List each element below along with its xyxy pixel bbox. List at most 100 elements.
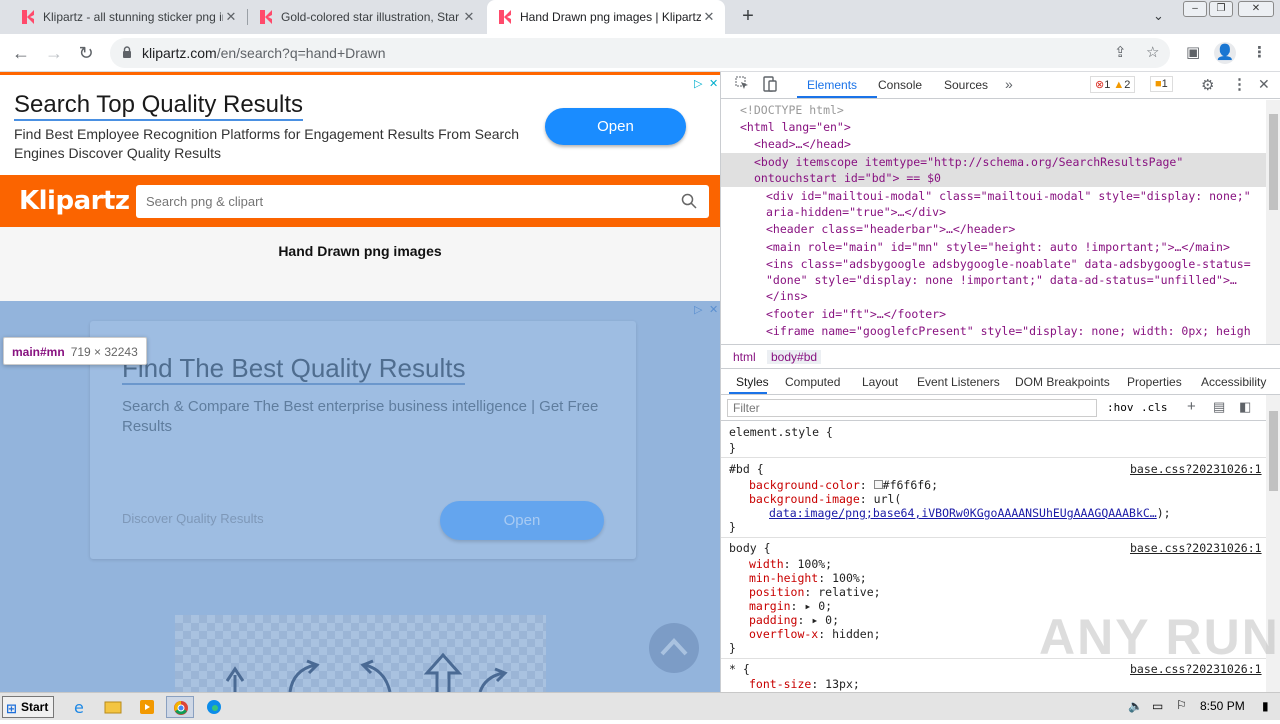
file-explorer-icon[interactable] <box>99 696 127 718</box>
site-search-box[interactable] <box>136 185 709 218</box>
tab-event-listeners[interactable]: Event Listeners <box>917 375 1000 389</box>
new-tab-button[interactable]: + <box>738 6 758 26</box>
dom-line-selected[interactable]: ontouchstart id="bd"> == $0 <box>754 171 941 185</box>
tab-console[interactable]: Console <box>878 78 922 92</box>
rule-source-link[interactable]: base.css?20231026:1 <box>1130 541 1262 555</box>
side-panel-icon[interactable]: ▣ <box>1186 43 1200 61</box>
rule-selector[interactable]: body { <box>729 541 771 555</box>
ad-open-button[interactable]: Open <box>545 108 686 145</box>
rule-selector[interactable]: * { <box>729 662 750 676</box>
tab-close-icon[interactable]: ✕ <box>223 9 239 25</box>
media-player-icon[interactable] <box>133 696 161 718</box>
ad-title[interactable]: Find The Best Quality Results <box>122 353 466 385</box>
top-ad-banner[interactable]: Search Top Quality Results Find Best Emp… <box>0 72 720 175</box>
dom-tree-scrollbar[interactable] <box>1266 100 1280 345</box>
chrome-taskbar-icon[interactable] <box>166 696 194 718</box>
tab-layout[interactable]: Layout <box>862 375 898 389</box>
restore-button[interactable]: ❐ <box>1209 1 1233 17</box>
dom-line[interactable]: <header class="headerbar">…</header> <box>766 222 1015 236</box>
profile-avatar-icon[interactable]: 👤 <box>1214 42 1236 64</box>
dom-line[interactable]: "done" style="display: none !important;"… <box>766 273 1237 287</box>
computed-styles-icon[interactable]: ▤ <box>1213 399 1225 415</box>
style-declaration[interactable]: padding: ▸ 0; <box>749 613 839 627</box>
bookmark-star-icon[interactable]: ☆ <box>1146 43 1159 61</box>
style-declaration[interactable]: data:image/png;base64,iVBORw0KGgoAAAANSU… <box>769 506 1171 520</box>
tab-search-chevron-icon[interactable]: ⌄ <box>1153 8 1164 24</box>
dom-line-selected[interactable]: <body itemscope itemtype="http://schema.… <box>754 155 1183 169</box>
tab-close-icon[interactable]: ✕ <box>461 9 477 25</box>
internet-explorer-icon[interactable]: e <box>66 696 94 718</box>
forward-arrow-icon[interactable]: → <box>43 42 65 64</box>
style-declaration[interactable]: width: 100%; <box>749 557 832 571</box>
action-center-flag-icon[interactable]: ⚐ <box>1176 698 1187 712</box>
dom-line[interactable]: </ins> <box>766 289 808 303</box>
tab-properties[interactable]: Properties <box>1127 375 1182 389</box>
devtools-menu-icon[interactable]: ⋮ <box>1232 75 1247 93</box>
ad-close-icon[interactable]: ✕ <box>709 303 718 316</box>
breadcrumb-body[interactable]: body#bd <box>767 350 822 364</box>
browser-menu-icon[interactable]: ⋮ <box>1252 43 1267 61</box>
breadcrumb-html[interactable]: html <box>733 350 756 364</box>
search-input[interactable] <box>146 185 666 218</box>
dom-line[interactable]: <head>…</head> <box>754 137 851 151</box>
show-desktop-icon[interactable]: ▮ <box>1262 699 1269 713</box>
color-swatch[interactable] <box>873 480 883 489</box>
toggle-sidebar-icon[interactable]: ◧ <box>1239 399 1251 415</box>
volume-icon[interactable]: 🔈 <box>1128 699 1143 713</box>
back-arrow-icon[interactable]: ← <box>10 42 32 64</box>
klipartz-logo[interactable]: Klipartz <box>19 186 130 216</box>
style-declaration[interactable]: overflow-x: hidden; <box>749 627 881 641</box>
dom-line[interactable]: <div id="mailtoui-modal" class="mailtoui… <box>766 189 1251 203</box>
taskbar-clock[interactable]: 8:50 PM <box>1200 699 1245 713</box>
rule-selector[interactable]: element.style { <box>729 425 833 439</box>
tab-dom-breakpoints[interactable]: DOM Breakpoints <box>1015 375 1110 389</box>
rule-selector[interactable]: #bd { <box>729 462 764 476</box>
start-button[interactable]: ⊞ Start <box>2 696 54 718</box>
minimize-button[interactable]: – <box>1183 1 1207 17</box>
hover-state-toggle[interactable]: :hov <box>1107 401 1134 414</box>
network-icon[interactable]: ▭ <box>1152 699 1163 713</box>
tab-elements[interactable]: Elements <box>807 78 857 92</box>
style-declaration[interactable]: min-height: 100%; <box>749 571 867 585</box>
tab-hand-drawn[interactable]: Hand Drawn png images | Klipartz ✕ <box>487 0 725 34</box>
tab-styles[interactable]: Styles <box>736 375 769 389</box>
scroll-to-top-button[interactable] <box>649 623 699 673</box>
tab-computed[interactable]: Computed <box>785 375 840 389</box>
close-window-button[interactable]: ✕ <box>1238 1 1274 17</box>
style-declaration[interactable]: background-image: url( <box>749 492 901 506</box>
dom-line[interactable]: <iframe name="googlefcPresent" style="di… <box>766 324 1251 338</box>
clipart-thumbnail[interactable] <box>175 615 546 692</box>
more-tabs-icon[interactable]: » <box>1005 76 1013 92</box>
device-toolbar-icon[interactable] <box>763 76 777 95</box>
edge-icon[interactable] <box>200 696 228 718</box>
dom-line[interactable]: <main role="main" id="mn" style="height:… <box>766 240 1230 254</box>
style-declaration[interactable]: font-size: 13px; <box>749 677 860 691</box>
dom-line[interactable]: <html lang="en"> <box>740 120 851 134</box>
dom-line[interactable]: <ins class="adsbygoogle adsbygoogle-noab… <box>766 257 1251 271</box>
adchoices-icon[interactable]: ▷ <box>694 303 702 316</box>
dom-tree[interactable]: <!DOCTYPE html> <html lang="en"> <head>…… <box>721 100 1266 345</box>
tab-sources[interactable]: Sources <box>944 78 988 92</box>
ad-open-button[interactable]: Open <box>440 501 604 540</box>
settings-gear-icon[interactable]: ⚙ <box>1201 76 1214 94</box>
error-warning-counter[interactable]: ⊗1 ▲2 <box>1090 76 1136 93</box>
style-declaration[interactable]: margin: ▸ 0; <box>749 599 832 613</box>
ad-title[interactable]: Search Top Quality Results <box>14 91 304 121</box>
adchoices-icon[interactable]: ▷ <box>694 77 702 90</box>
style-declaration[interactable]: position: relative; <box>749 585 881 599</box>
filter-input[interactable]: Filter <box>727 399 1097 417</box>
dom-line[interactable]: aria-hidden="true">…</div> <box>766 205 946 219</box>
close-devtools-icon[interactable]: ✕ <box>1258 76 1270 93</box>
tab-klipartz-sticker[interactable]: Klipartz - all stunning sticker png ima … <box>0 0 247 34</box>
inspect-element-icon[interactable] <box>735 76 749 93</box>
reload-icon[interactable]: ↻ <box>75 42 97 64</box>
new-rule-icon[interactable]: + <box>1187 398 1196 415</box>
search-icon[interactable] <box>681 193 697 209</box>
rule-source-link[interactable]: base.css?20231026:1 <box>1130 462 1262 476</box>
tab-gold-star[interactable]: Gold-colored star illustration, Star De … <box>248 0 485 34</box>
main-ad-card[interactable]: Find The Best Quality Results Search & C… <box>90 321 636 559</box>
class-toggle[interactable]: .cls <box>1141 401 1168 414</box>
dom-line[interactable]: <footer id="ft">…</footer> <box>766 307 946 321</box>
address-bar[interactable]: klipartz.com/en/search?q=hand+Drawn <box>110 38 1170 68</box>
tab-close-icon[interactable]: ✕ <box>701 9 717 25</box>
